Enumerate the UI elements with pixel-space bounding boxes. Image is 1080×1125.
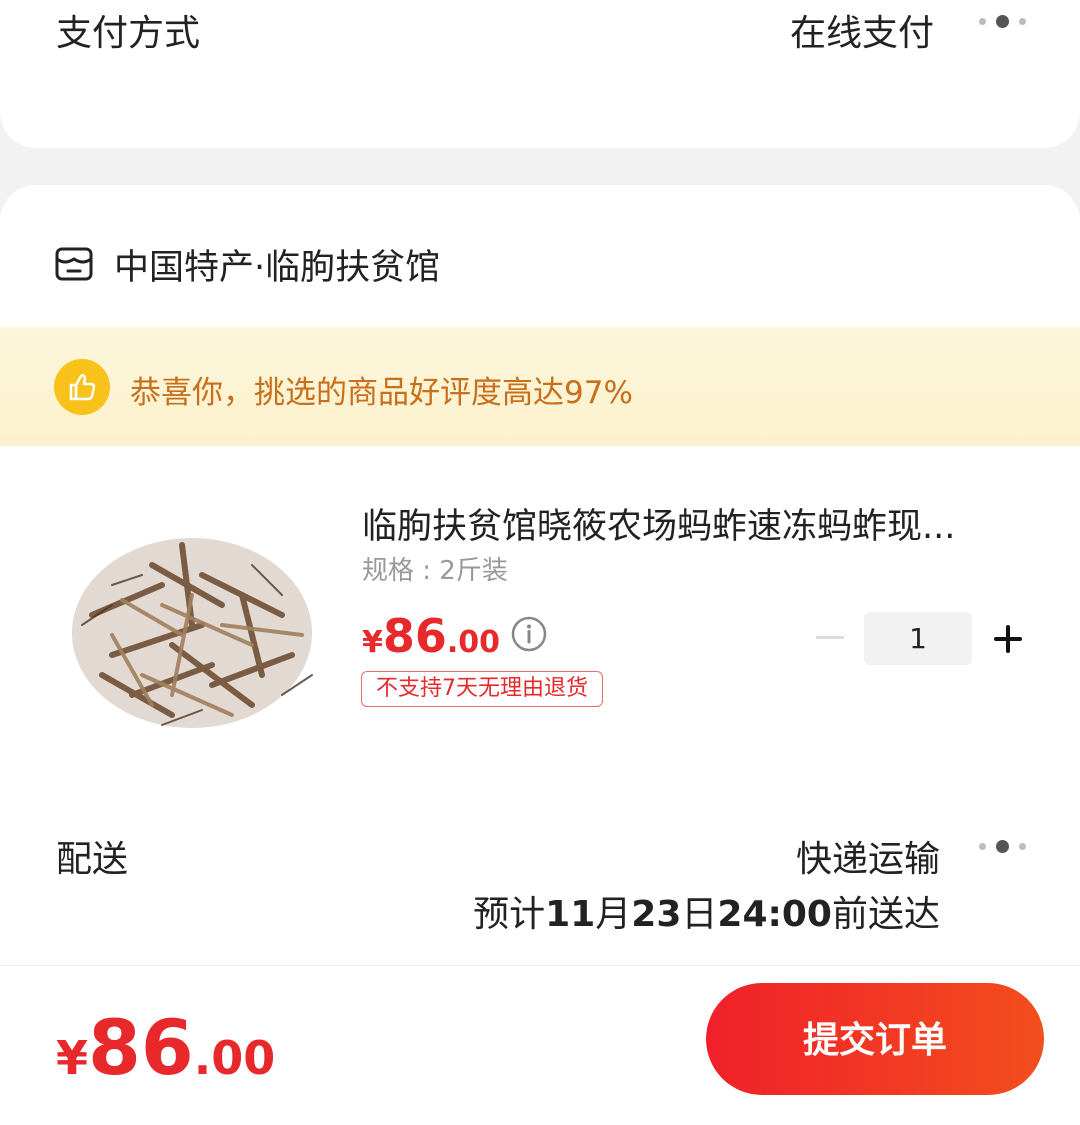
rating-banner-text: 恭喜你，挑选的商品好评度高达97% [130, 375, 633, 411]
quantity-field[interactable]: 1 [864, 612, 972, 665]
store-name: 中国特产·临朐扶贫馆 [114, 247, 441, 288]
delivery-eta: 预计11月23日24:00前送达 [473, 894, 940, 935]
info-icon[interactable] [510, 615, 548, 653]
store-row[interactable]: 中国特产·临朐扶贫馆 [54, 241, 441, 288]
more-options-icon[interactable] [979, 15, 1026, 28]
order-card: 中国特产·临朐扶贫馆 恭喜你，挑选的商品好评度高达97% 临朐扶贫馆晓筱农场蚂蚱… [0, 185, 1080, 1125]
increase-quantity-button[interactable] [994, 625, 1022, 653]
product-title[interactable]: 临朐扶贫馆晓筱农场蚂蚱速冻蚂蚱现... [362, 498, 955, 549]
payment-method-label: 支付方式 [56, 13, 201, 54]
order-total: ¥86.00 [56, 1003, 276, 1092]
footer-divider [0, 965, 1080, 966]
return-policy-tag: 不支持7天无理由退货 [361, 671, 603, 707]
payment-card: 支付方式 在线支付 [0, 0, 1080, 148]
decrease-quantity-button[interactable] [816, 636, 844, 639]
delivery-method[interactable]: 快递运输 [796, 830, 940, 882]
store-icon [55, 247, 93, 281]
rating-banner: 恭喜你，挑选的商品好评度高达97% [0, 327, 1080, 446]
thumbs-up-icon [54, 359, 110, 415]
payment-method-value[interactable]: 在线支付 [790, 4, 934, 56]
delivery-label: 配送 [56, 839, 129, 880]
dried-grasshoppers-image[interactable] [52, 505, 332, 745]
more-options-icon[interactable] [979, 840, 1026, 853]
submit-order-button[interactable]: 提交订单 [706, 983, 1044, 1095]
product-spec: 规格 : 2斤装 [362, 556, 508, 586]
product-price: ¥86.00 [362, 609, 501, 663]
